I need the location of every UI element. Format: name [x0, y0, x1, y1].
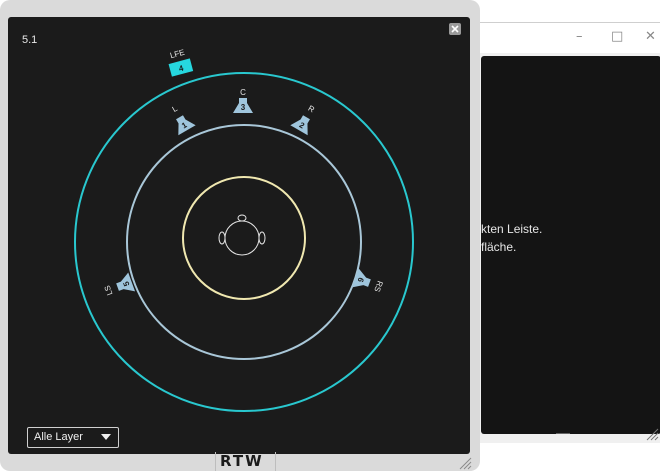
speaker-label-ls: LS: [103, 284, 115, 296]
brand-logo: RTW: [220, 452, 264, 470]
layer-select-value: Alle Layer: [34, 431, 83, 443]
background-titlebar: – □ ✕: [469, 23, 660, 53]
background-text-line-1: kten Leiste.: [481, 222, 543, 236]
background-text-line-2: fläche.: [481, 240, 517, 254]
speaker-label-c: C: [240, 88, 246, 97]
speaker-number-c: 3: [241, 103, 246, 112]
window-close-icon[interactable]: ✕: [645, 29, 656, 44]
listener-head-icon: [218, 214, 266, 256]
speaker-l[interactable]: L 1: [164, 100, 196, 136]
speaker-label-l: L: [171, 104, 180, 114]
middle-ring: [126, 124, 362, 360]
speaker-ls[interactable]: LS 5: [101, 272, 136, 302]
speaker-label-lfe: LFE: [169, 48, 186, 60]
resize-grip-icon[interactable]: [458, 456, 472, 470]
speaker-r[interactable]: R 2: [290, 100, 322, 136]
speaker-label-r: R: [306, 104, 316, 115]
speaker-lfe[interactable]: LFE 4: [165, 47, 194, 77]
background-divider: [556, 433, 570, 434]
background-window: – □ ✕ kten Leiste. fläche.: [468, 22, 660, 443]
maximize-icon[interactable]: □: [611, 29, 623, 44]
surround-dialog: 5.1 LFE 4 L 1 C 3 R 2 LS 5 RS 6 Alle Lay…: [0, 0, 480, 471]
layer-select[interactable]: Alle Layer: [27, 427, 119, 448]
speaker-layout: LFE 4 L 1 C 3 R 2 LS 5 RS 6: [74, 47, 414, 412]
speaker-c[interactable]: C 3: [233, 88, 253, 113]
inner-ring: [182, 176, 306, 300]
speaker-label-rs: RS: [372, 280, 384, 294]
footer-divider-right: [275, 452, 276, 471]
surround-panel: 5.1 LFE 4 L 1 C 3 R 2 LS 5 RS 6 Alle Lay…: [8, 17, 470, 454]
background-content: kten Leiste. fläche.: [481, 56, 660, 434]
footer-divider-left: [215, 452, 216, 471]
caret-down-icon: [101, 434, 111, 440]
outer-ring: [74, 72, 414, 412]
minimize-icon[interactable]: –: [576, 29, 583, 44]
background-resize-grip-icon[interactable]: [645, 427, 659, 441]
